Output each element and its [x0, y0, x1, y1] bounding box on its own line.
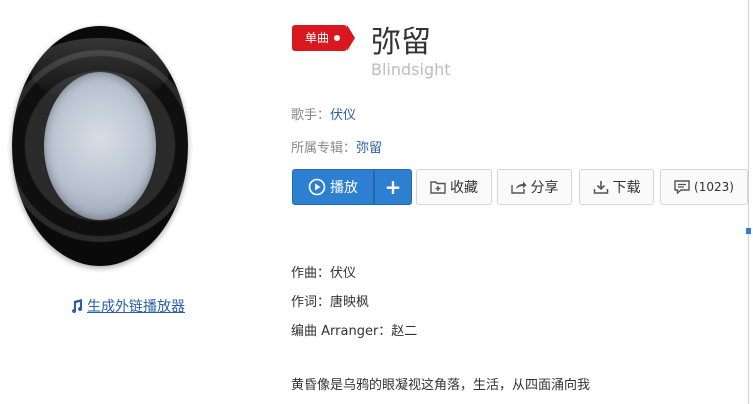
composer-credit: 作曲：伏仪 [291, 266, 357, 281]
add-to-playlist-button[interactable]: + [374, 169, 412, 205]
share-label: 分享 [530, 180, 559, 196]
song-title: 弥留 [371, 25, 431, 60]
music-note-icon [69, 299, 83, 313]
download-icon [593, 180, 609, 194]
download-label: 下载 [612, 180, 641, 196]
album-label: 所属专辑： [291, 141, 357, 156]
collect-label: 收藏 [450, 180, 478, 196]
play-button[interactable]: 播放 [292, 169, 374, 205]
single-badge: 单曲 [292, 25, 356, 51]
share-button[interactable]: 分享 [497, 169, 572, 205]
badge-arrow [347, 25, 356, 51]
badge-dot [334, 35, 341, 41]
album-row: 所属专辑：弥留 [291, 137, 382, 156]
comment-count: (1023) [694, 180, 734, 194]
play-circle-icon [308, 178, 326, 196]
comment-icon [674, 180, 690, 194]
collect-icon [430, 180, 446, 194]
right-divider [748, 0, 749, 404]
external-player-label: 生成外链播放器 [87, 299, 185, 315]
record-label-area [44, 72, 156, 220]
lyrics-line: 黄昏像是乌鸦的眼凝视这角落，生活，从四面涌向我 [291, 378, 591, 393]
arranger-credit: 编曲 Arranger：赵二 [291, 324, 418, 339]
plus-icon: + [384, 175, 402, 199]
lyricist-credit: 作词：唐映枫 [291, 295, 370, 310]
collect-button[interactable]: 收藏 [416, 169, 492, 205]
vinyl-record [12, 26, 188, 266]
generate-external-player-link[interactable]: 生成外链播放器 [69, 296, 185, 316]
singer-row: 歌手：伏仪 [291, 104, 356, 123]
play-label: 播放 [330, 180, 358, 196]
singer-link[interactable]: 伏仪 [330, 108, 356, 123]
album-link[interactable]: 弥留 [356, 141, 382, 156]
comment-button[interactable]: (1023) [660, 169, 748, 205]
share-icon [510, 180, 527, 194]
scroll-marker [746, 228, 751, 234]
singer-label: 歌手： [291, 108, 331, 123]
single-badge-text: 单曲 [305, 31, 330, 45]
song-subtitle: Blindsight [371, 60, 451, 79]
album-cover [10, 22, 190, 270]
download-button[interactable]: 下载 [579, 169, 654, 205]
